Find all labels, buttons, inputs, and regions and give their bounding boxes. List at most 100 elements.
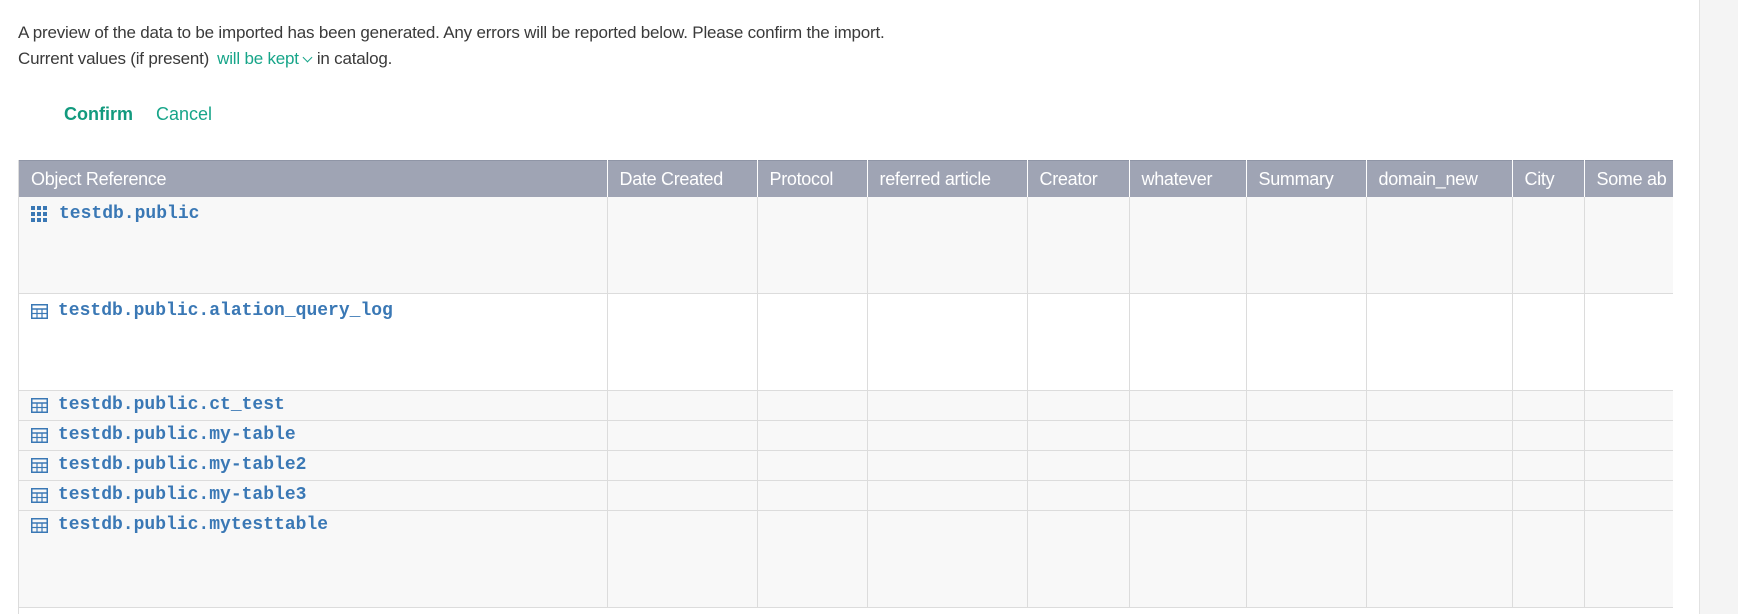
table-cell — [607, 480, 758, 511]
table-cell — [1512, 390, 1585, 421]
table-cell — [1584, 420, 1673, 451]
table-cell — [1366, 293, 1513, 391]
object-reference-link[interactable]: testdb.public.my-table2 — [58, 455, 306, 475]
table-cell — [1366, 450, 1513, 481]
table-cell — [1512, 420, 1585, 451]
object-reference-cell: testdb.public — [19, 197, 608, 294]
table-cell — [867, 293, 1028, 391]
table-cell — [1584, 293, 1673, 391]
column-header-referred-article[interactable]: referred article — [867, 160, 1028, 197]
preview-table-container[interactable]: Object Reference Date Created Protocol r… — [18, 160, 1673, 614]
column-header-object-reference[interactable]: Object Reference — [19, 160, 608, 197]
table-icon — [31, 303, 48, 319]
object-reference-link[interactable]: testdb.public.alation_query_log — [58, 301, 393, 321]
keep-values-dropdown[interactable]: will be kept — [217, 49, 313, 68]
table-cell — [1366, 420, 1513, 451]
table-cell — [1246, 197, 1367, 294]
column-header-whatever[interactable]: whatever — [1129, 160, 1247, 197]
table-cell — [1246, 450, 1367, 481]
table-cell — [1246, 480, 1367, 511]
table-cell — [1129, 420, 1247, 451]
object-reference-cell: testdb.public.mytesttable — [19, 510, 608, 608]
table-cell — [1129, 390, 1247, 421]
chevron-down-icon — [302, 52, 313, 63]
table-cell — [1584, 197, 1673, 294]
table-row: testdb.public.alation_query_log — [19, 293, 1673, 391]
table-cell — [1584, 450, 1673, 481]
table-cell — [1512, 197, 1585, 294]
table-cell — [867, 197, 1028, 294]
object-reference-link[interactable]: testdb.public.mytesttable — [58, 515, 328, 535]
table-icon — [31, 517, 48, 533]
table-cell — [1027, 480, 1130, 511]
table-cell — [1129, 197, 1247, 294]
intro-line-2-prefix: Current values (if present) — [18, 49, 210, 68]
keep-values-label: will be kept — [217, 49, 299, 68]
object-reference-cell: testdb.public.my-table3 — [19, 480, 608, 511]
table-cell — [1366, 510, 1513, 608]
preview-table: Object Reference Date Created Protocol r… — [19, 160, 1673, 608]
column-header-summary[interactable]: Summary — [1246, 160, 1367, 197]
table-cell — [867, 510, 1028, 608]
intro-text: A preview of the data to be imported has… — [18, 20, 885, 72]
intro-line-1: A preview of the data to be imported has… — [18, 23, 885, 42]
cancel-button[interactable]: Cancel — [156, 104, 212, 125]
table-cell — [1246, 420, 1367, 451]
table-cell — [1512, 510, 1585, 608]
confirm-button[interactable]: Confirm — [64, 104, 133, 125]
object-reference-link[interactable]: testdb.public.my-table — [58, 425, 296, 445]
table-cell — [1246, 390, 1367, 421]
object-reference-cell: testdb.public.my-table2 — [19, 450, 608, 481]
table-cell — [1366, 390, 1513, 421]
column-header-date-created[interactable]: Date Created — [607, 160, 758, 197]
column-header-some-ab[interactable]: Some ab — [1584, 160, 1673, 197]
table-cell — [1584, 390, 1673, 421]
column-header-domain-new[interactable]: domain_new — [1366, 160, 1513, 197]
table-cell — [1027, 510, 1130, 608]
table-cell — [607, 390, 758, 421]
intro-line-2-suffix: in catalog. — [316, 49, 393, 68]
table-row: testdb.public — [19, 197, 1673, 294]
table-row: testdb.public.my-table — [19, 420, 1673, 451]
schema-grid-icon — [31, 206, 47, 222]
table-cell — [1512, 450, 1585, 481]
object-reference-link[interactable]: testdb.public — [59, 204, 199, 224]
table-cell — [1129, 450, 1247, 481]
table-cell — [1027, 197, 1130, 294]
table-icon — [31, 397, 48, 413]
table-row: testdb.public.ct_test — [19, 390, 1673, 421]
table-cell — [757, 510, 868, 608]
page-scrollbar[interactable] — [1699, 0, 1738, 614]
table-cell — [1512, 293, 1585, 391]
object-reference-cell: testdb.public.my-table — [19, 420, 608, 451]
table-cell — [867, 420, 1028, 451]
table-cell — [1027, 390, 1130, 421]
table-header-row: Object Reference Date Created Protocol r… — [19, 160, 1673, 197]
table-cell — [757, 480, 868, 511]
table-row: testdb.public.mytesttable — [19, 510, 1673, 608]
object-reference-link[interactable]: testdb.public.my-table3 — [58, 485, 306, 505]
table-cell — [867, 390, 1028, 421]
table-cell — [1246, 293, 1367, 391]
table-cell — [1129, 480, 1247, 511]
table-cell — [1027, 293, 1130, 391]
table-cell — [1246, 510, 1367, 608]
table-cell — [1366, 480, 1513, 511]
intro-line-2: Current values (if present) will be kept i… — [18, 46, 885, 72]
table-cell — [607, 510, 758, 608]
table-cell — [867, 480, 1028, 511]
table-cell — [1129, 510, 1247, 608]
table-cell — [757, 420, 868, 451]
table-cell — [1366, 197, 1513, 294]
table-icon — [31, 457, 48, 473]
object-reference-cell: testdb.public.ct_test — [19, 390, 608, 421]
object-reference-link[interactable]: testdb.public.ct_test — [58, 395, 285, 415]
column-header-protocol[interactable]: Protocol — [757, 160, 868, 197]
object-reference-cell: testdb.public.alation_query_log — [19, 293, 608, 391]
table-cell — [607, 293, 758, 391]
table-cell — [1027, 420, 1130, 451]
column-header-city[interactable]: City — [1512, 160, 1585, 197]
table-cell — [1584, 510, 1673, 608]
table-cell — [757, 450, 868, 481]
column-header-creator[interactable]: Creator — [1027, 160, 1130, 197]
